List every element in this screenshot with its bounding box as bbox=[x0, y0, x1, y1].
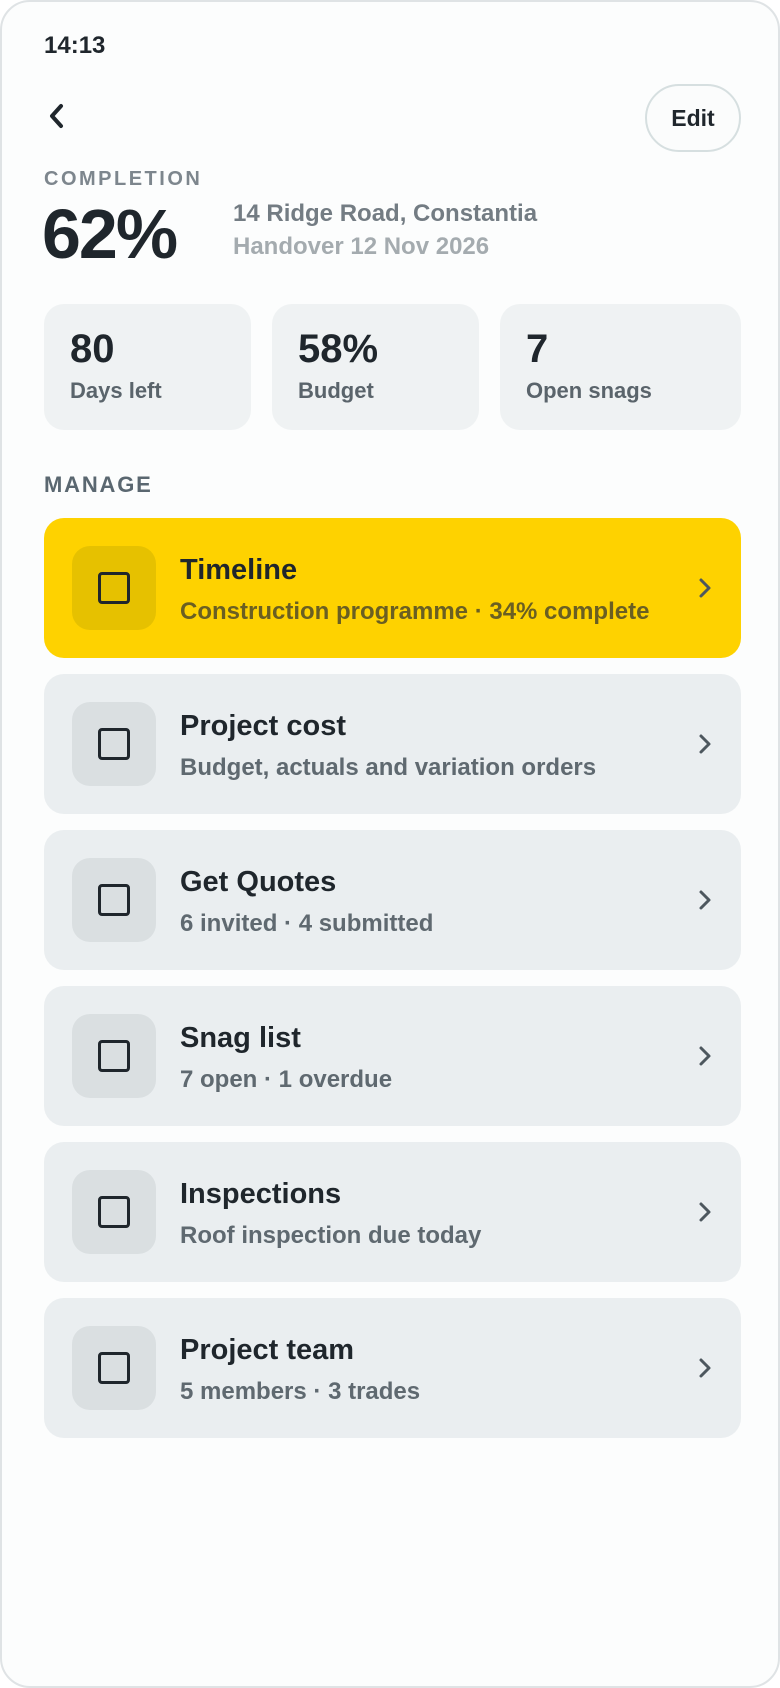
stat-label: Budget bbox=[298, 378, 374, 403]
back-button[interactable] bbox=[38, 94, 74, 138]
completion-value: 62% bbox=[42, 195, 178, 273]
menu-item-subtitle: Roof inspection due today bbox=[180, 1222, 482, 1249]
status-time: 14:13 bbox=[44, 32, 106, 59]
menu-item-timeline[interactable]: Timeline Construction programme · 34% co… bbox=[44, 518, 741, 658]
menu-item-subtitle: Construction programme · 34% complete bbox=[180, 598, 650, 625]
square-icon bbox=[98, 884, 130, 916]
stat-value: 80 bbox=[70, 327, 115, 371]
menu-item-title: Snag list bbox=[180, 1022, 301, 1054]
manage-section-title: MANAGE bbox=[44, 472, 153, 497]
menu-item-title: Project cost bbox=[180, 710, 346, 742]
stat-label: Days left bbox=[70, 378, 162, 403]
menu-item-title: Inspections bbox=[180, 1178, 342, 1210]
square-icon bbox=[98, 572, 130, 604]
stat-label: Open snags bbox=[526, 378, 652, 403]
square-icon bbox=[98, 1352, 130, 1384]
edit-button[interactable]: Edit bbox=[645, 84, 741, 152]
menu-item-subtitle: 6 invited · 4 submitted bbox=[180, 910, 434, 937]
stat-value: 58% bbox=[298, 327, 379, 371]
chevron-right-icon bbox=[699, 734, 711, 754]
menu-item-title: Timeline bbox=[180, 554, 298, 586]
menu-item-project-cost[interactable]: Project cost Budget, actuals and variati… bbox=[44, 674, 741, 814]
chevron-right-icon bbox=[699, 578, 711, 598]
menu-item-inspections[interactable]: Inspections Roof inspection due today bbox=[44, 1142, 741, 1282]
square-icon bbox=[98, 1040, 130, 1072]
menu-icon-box bbox=[72, 858, 156, 942]
menu-item-title: Project team bbox=[180, 1334, 355, 1366]
stat-value: 7 bbox=[526, 327, 549, 371]
menu-icon-box bbox=[72, 1170, 156, 1254]
menu-item-snag-list[interactable]: Snag list 7 open · 1 overdue bbox=[44, 986, 741, 1126]
menu-item-title: Get Quotes bbox=[180, 866, 337, 898]
app-screen: 14:13 Edit COMPLETION 62% 14 Ridge Road,… bbox=[0, 0, 780, 1688]
menu-item-subtitle: Budget, actuals and variation orders bbox=[180, 754, 597, 781]
menu-item-subtitle: 5 members · 3 trades bbox=[180, 1378, 421, 1405]
square-icon bbox=[98, 728, 130, 760]
menu-icon-box bbox=[72, 546, 156, 630]
menu-icon-box bbox=[72, 1326, 156, 1410]
chevron-right-icon bbox=[699, 1202, 711, 1222]
chevron-right-icon bbox=[699, 1358, 711, 1378]
stat-card-budget: 58% Budget bbox=[272, 304, 479, 430]
chevron-left-icon bbox=[50, 104, 63, 128]
menu-item-subtitle: 7 open · 1 overdue bbox=[180, 1066, 393, 1093]
completion-label: COMPLETION bbox=[44, 168, 203, 190]
chevron-right-icon bbox=[699, 1046, 711, 1066]
chevron-right-icon bbox=[699, 890, 711, 910]
menu-icon-box bbox=[72, 1014, 156, 1098]
menu-item-get-quotes[interactable]: Get Quotes 6 invited · 4 submitted bbox=[44, 830, 741, 970]
project-address: 14 Ridge Road, Constantia bbox=[233, 200, 538, 227]
handover-date: Handover 12 Nov 2026 bbox=[233, 233, 490, 260]
menu-item-project-team[interactable]: Project team 5 members · 3 trades bbox=[44, 1298, 741, 1438]
stat-card-days-left: 80 Days left bbox=[44, 304, 251, 430]
stat-card-open-snags: 7 Open snags bbox=[500, 304, 741, 430]
menu-icon-box bbox=[72, 702, 156, 786]
square-icon bbox=[98, 1196, 130, 1228]
